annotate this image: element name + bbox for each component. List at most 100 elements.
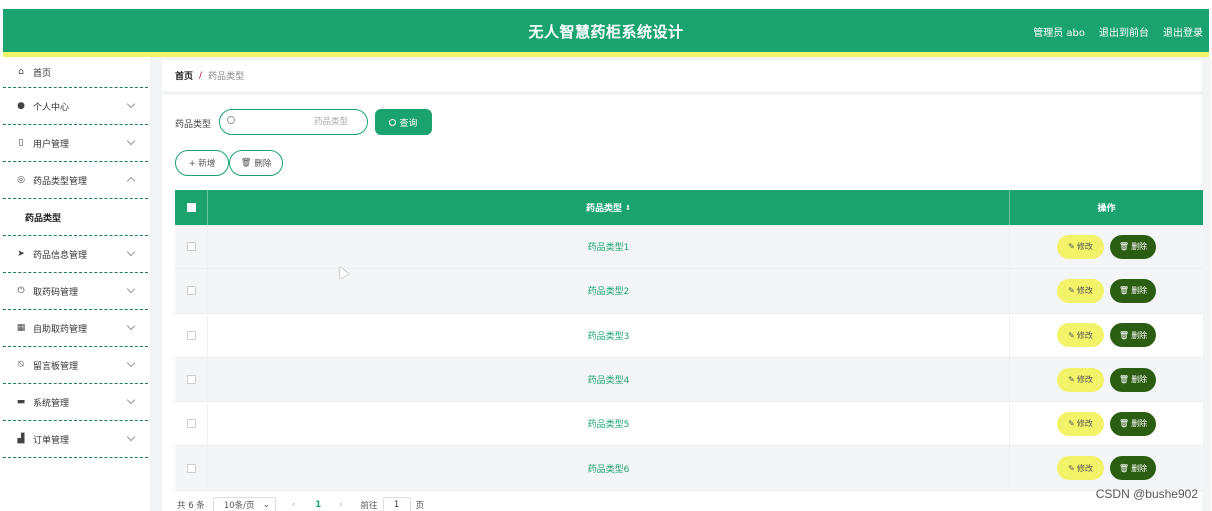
sort-icon[interactable]: ⇕ [625, 204, 631, 212]
sidebar-item-label: 订单管理 [33, 435, 70, 446]
chevron-down-icon [126, 358, 136, 368]
edit-button[interactable]: ✎ 修改 [1057, 456, 1104, 481]
page-size-select[interactable]: 10条/页 ⌄ [212, 497, 276, 511]
delete-button-label: 删除 [1131, 419, 1148, 429]
sidebar-item-label: 药品信息管理 [33, 250, 88, 261]
operations-cell: ✎ 修改 🗑 删除 [1010, 269, 1203, 312]
sidebar-item-drug-type-management[interactable]: ◎ 药品类型管理 [3, 162, 148, 199]
back-to-front-link[interactable]: 退出到前台 [1099, 24, 1149, 39]
watermark: CSDN @bushe902 [1095, 487, 1198, 501]
sidebar-item-label: 取药码管理 [33, 287, 79, 298]
top-links: 管理员 abo 退出到前台 退出登录 [1033, 24, 1203, 39]
batch-delete-button[interactable]: 🗑 删除 [229, 150, 283, 176]
user-icon: ● [17, 101, 25, 111]
chevron-down-icon [126, 432, 136, 442]
row-checkbox[interactable] [186, 375, 196, 385]
delete-button[interactable]: 🗑 删除 [1110, 367, 1156, 392]
sidebar-item-order-management[interactable]: ▟ 订单管理 [3, 421, 148, 458]
edit-button-label: 修改 [1076, 330, 1093, 340]
delete-button[interactable]: 🗑 删除 [1110, 456, 1156, 481]
chart-icon: ▦ [16, 323, 26, 333]
row-checkbox-cell [175, 269, 208, 313]
logout-link[interactable]: 退出登录 [1163, 24, 1203, 39]
breadcrumb: 首页 / 药品类型 [162, 60, 1202, 91]
operations-cell: ✎ 修改 🗑 删除 [1010, 225, 1203, 268]
breadcrumb-separator: / [199, 70, 203, 81]
edit-icon: ✎ [1068, 286, 1075, 296]
table-row: 药品类型1 ✎ 修改 🗑 删除 [175, 225, 1203, 270]
table-row: 药品类型2 ✎ 修改 🗑 删除 [175, 269, 1203, 314]
edit-icon: ✎ [1068, 242, 1075, 252]
current-page-number[interactable]: 1 [315, 500, 321, 510]
query-button[interactable]: 查询 [375, 109, 432, 135]
edit-icon: ✎ [1068, 419, 1075, 429]
phone-icon: ▯ [18, 138, 24, 148]
sidebar-subitem-drug-type[interactable]: 药品类型 [3, 199, 148, 236]
trash-icon: 🗑 [240, 158, 252, 168]
edit-button-label: 修改 [1076, 419, 1093, 429]
prev-page-button[interactable]: ‹ [292, 500, 295, 510]
drug-type-cell: 药品类型1 [208, 225, 1010, 269]
delete-button[interactable]: 🗑 删除 [1110, 323, 1156, 348]
operations-cell: ✎ 修改 🗑 删除 [1010, 314, 1203, 357]
chevron-down-icon: ⌄ [262, 500, 270, 510]
edit-button[interactable]: ✎ 修改 [1057, 411, 1104, 436]
home-icon: ⌂ [18, 67, 24, 77]
sidebar-item-label: 留言板管理 [33, 361, 79, 372]
select-all-checkbox[interactable] [186, 203, 196, 212]
sidebar-item-personal-center[interactable]: ● 个人中心 [3, 88, 148, 125]
delete-button-label: 删除 [1131, 330, 1148, 340]
table-row: 药品类型6 ✎ 修改 🗑 删除 [175, 446, 1203, 491]
row-checkbox-cell [175, 357, 208, 402]
row-checkbox[interactable] [186, 419, 196, 429]
edit-button-label: 修改 [1076, 286, 1093, 296]
sidebar-item-drug-info-management[interactable]: ➤ 药品信息管理 [3, 236, 148, 273]
delete-button[interactable]: 🗑 删除 [1110, 278, 1156, 303]
operations-cell: ✎ 修改 🗑 删除 [1010, 446, 1203, 489]
goto-page-input[interactable] [382, 497, 411, 511]
search-box [219, 109, 368, 135]
admin-user-label[interactable]: 管理员 abo [1033, 24, 1085, 39]
send-icon: ➤ [17, 249, 25, 259]
column-header-label: 药品类型 [586, 204, 623, 214]
chevron-up-icon [126, 176, 136, 186]
edit-button-label: 修改 [1076, 375, 1093, 385]
edit-button-label: 修改 [1076, 463, 1093, 473]
sidebar-item-system-management[interactable]: ▬ 系统管理 [3, 384, 148, 421]
search-icon [227, 116, 235, 124]
bell-off-icon: ⍉ [18, 360, 24, 370]
breadcrumb-home[interactable]: 首页 [175, 69, 193, 82]
sidebar-item-message-board-management[interactable]: ⍉ 留言板管理 [3, 347, 148, 384]
delete-button[interactable]: 🗑 删除 [1110, 234, 1156, 259]
next-page-button[interactable]: › [339, 500, 342, 510]
column-header-drug-type[interactable]: 药品类型 ⇕ [208, 190, 1010, 225]
row-checkbox[interactable] [186, 330, 196, 340]
sidebar-item-label: 个人中心 [33, 102, 70, 113]
drug-type-cell: 药品类型2 [208, 269, 1010, 313]
drug-type-cell: 药品类型4 [208, 357, 1010, 402]
edit-button[interactable]: ✎ 修改 [1057, 367, 1104, 392]
trash-icon: 🗑 [1118, 463, 1130, 473]
delete-button[interactable]: 🗑 删除 [1110, 411, 1156, 436]
power-icon: ⏻ [17, 286, 25, 296]
row-checkbox[interactable] [186, 286, 196, 296]
sidebar-item-pickup-code-management[interactable]: ⏻ 取药码管理 [3, 273, 148, 310]
sidebar-item-user-management[interactable]: ▯ 用户管理 [3, 125, 148, 162]
sidebar-item-self-pickup-management[interactable]: ▦ 自助取药管理 [3, 310, 148, 347]
edit-button[interactable]: ✎ 修改 [1057, 278, 1104, 303]
search-input[interactable] [242, 114, 360, 130]
delete-button-label: 删除 [1131, 242, 1148, 252]
sidebar-item-label: 用户管理 [33, 139, 70, 150]
chevron-down-icon [126, 136, 136, 146]
add-button[interactable]: + 新增 [175, 150, 229, 176]
row-checkbox[interactable] [186, 242, 196, 252]
edit-button[interactable]: ✎ 修改 [1057, 234, 1104, 259]
row-checkbox-cell [175, 225, 208, 269]
table-header: 药品类型 ⇕ 操作 [175, 190, 1203, 225]
sidebar-item-home[interactable]: ⌂ 首页 [3, 57, 148, 88]
sidebar: ⌂ 首页 ● 个人中心 ▯ 用户管理 ◎ 药品类型管理 药品类型 ➤ 药品信息管… [3, 57, 148, 511]
row-checkbox[interactable] [186, 463, 196, 473]
edit-button[interactable]: ✎ 修改 [1057, 323, 1104, 348]
drug-type-cell: 药品类型5 [208, 402, 1010, 446]
trash-icon: 🗑 [1118, 286, 1130, 296]
